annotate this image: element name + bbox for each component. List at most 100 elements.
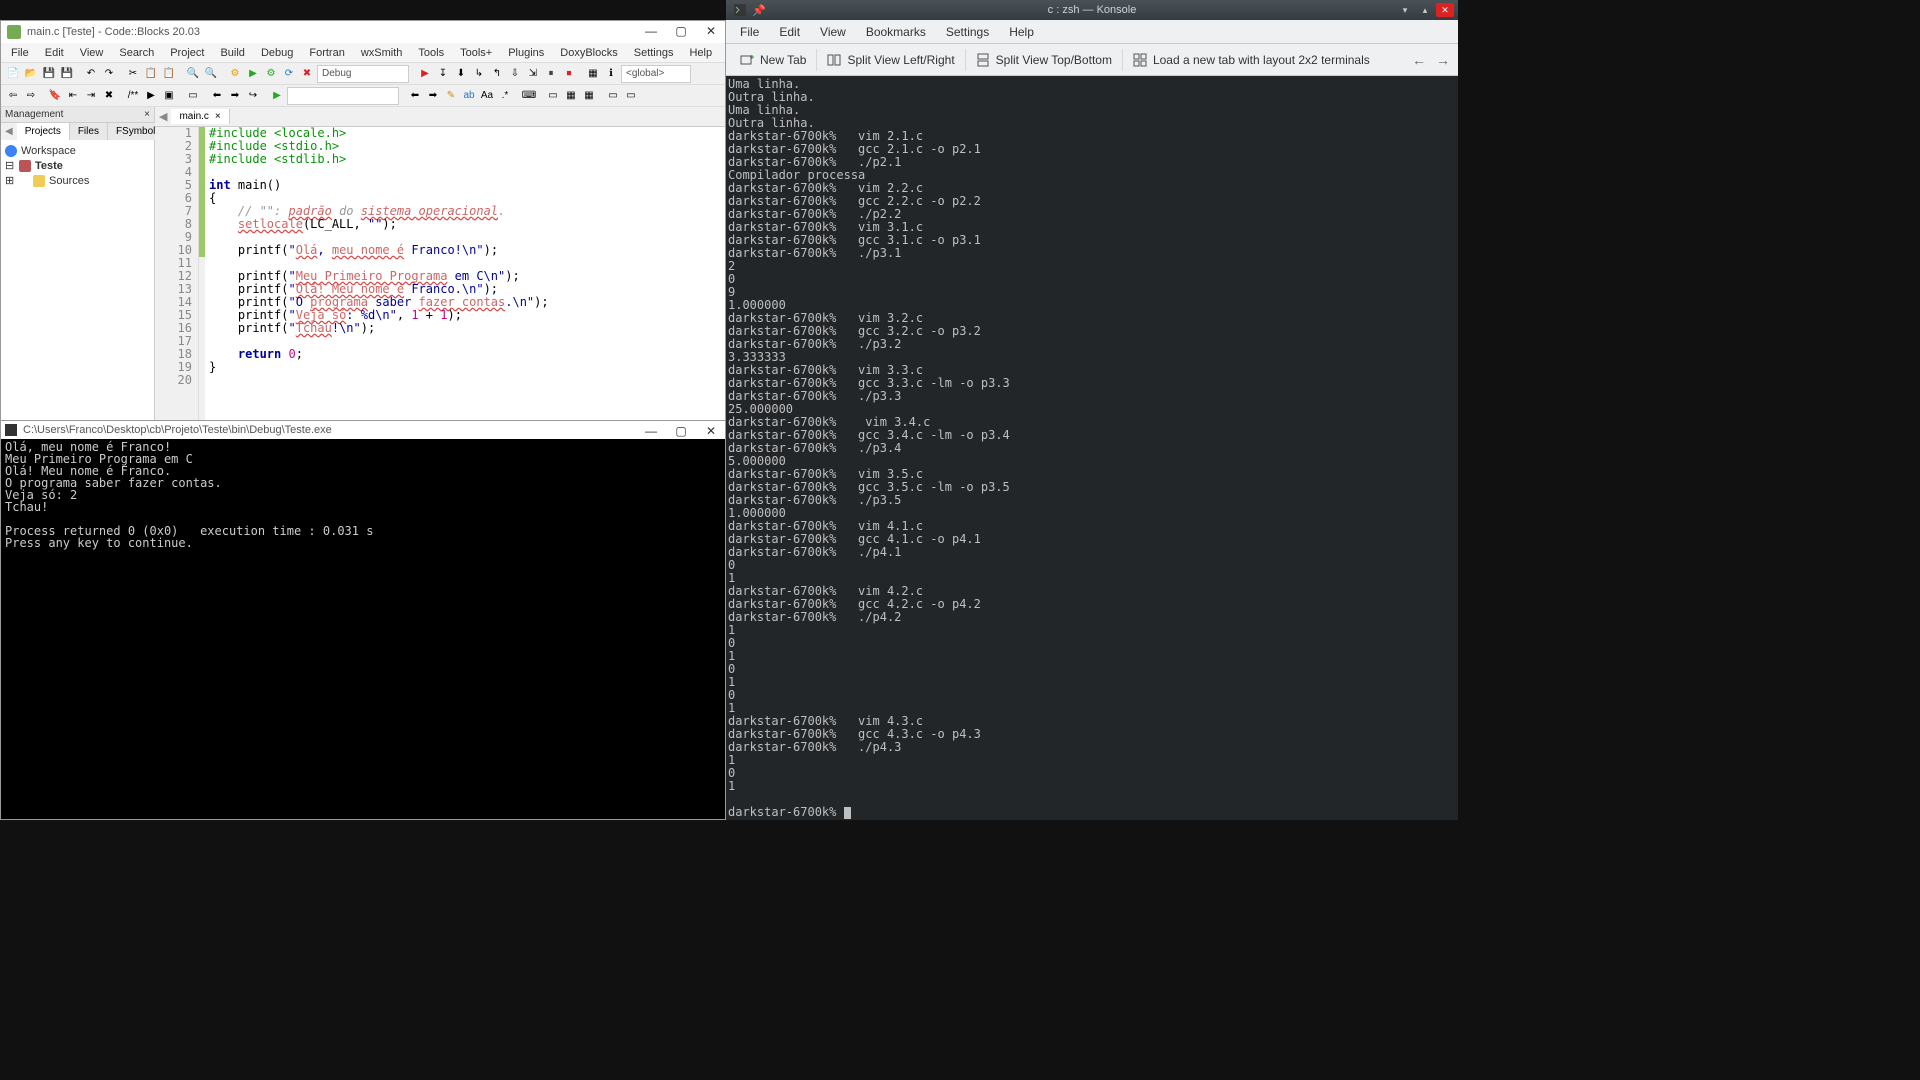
jump-back-icon[interactable]: ⬅: [209, 88, 225, 104]
save-all-icon[interactable]: 💾: [59, 66, 75, 82]
select-icon[interactable]: ▭: [185, 88, 201, 104]
konsole-titlebar[interactable]: 📌 c : zsh — Konsole ▾ ▴ ✕: [726, 0, 1458, 20]
tree-sources[interactable]: Sources: [49, 175, 89, 187]
konsole-close-button[interactable]: ✕: [1436, 3, 1454, 17]
terminal-output[interactable]: Uma linha. Outra linha. Uma linha. Outra…: [726, 76, 1458, 820]
last-jump-icon[interactable]: ↪: [245, 88, 261, 104]
doxy-html-icon[interactable]: ▣: [161, 88, 177, 104]
load-layout-button[interactable]: Load a new tab with layout 2x2 terminals: [1123, 49, 1380, 71]
build-run-icon[interactable]: ⚙: [263, 66, 279, 82]
next-icon[interactable]: ➡: [425, 88, 441, 104]
code-editor[interactable]: 1234567891011121314151617181920 #include…: [155, 127, 725, 424]
konsole-menu-view[interactable]: View: [810, 21, 856, 43]
doxy-comment-icon[interactable]: /**: [125, 88, 141, 104]
konsole-menu-help[interactable]: Help: [999, 21, 1044, 43]
cb-titlebar[interactable]: main.c [Teste] - Code::Blocks 20.03 — ▢ …: [1, 21, 725, 43]
konsole-minimize-button[interactable]: ▾: [1396, 3, 1414, 17]
tree-workspace[interactable]: Workspace: [21, 145, 76, 157]
debug-continue-icon[interactable]: ▶: [417, 66, 433, 82]
cb-menu-view[interactable]: View: [72, 45, 112, 61]
cb-menu-file[interactable]: File: [3, 45, 37, 61]
management-close-icon[interactable]: ×: [144, 109, 150, 120]
minimize-button[interactable]: —: [641, 23, 661, 39]
console-maximize-button[interactable]: ▢: [671, 423, 691, 439]
abort-icon[interactable]: ✖: [299, 66, 315, 82]
prev-icon[interactable]: ⬅: [407, 88, 423, 104]
close-button[interactable]: ✕: [701, 23, 721, 39]
search-combo[interactable]: [287, 87, 399, 105]
next-bookmark-icon[interactable]: ⇥: [83, 88, 99, 104]
cb-menu-debug[interactable]: Debug: [253, 45, 301, 61]
console-close-button[interactable]: ✕: [701, 423, 721, 439]
run-icon[interactable]: ▶: [245, 66, 261, 82]
tab-files[interactable]: Files: [70, 123, 108, 140]
step-into-icon[interactable]: ↳: [471, 66, 487, 82]
panel4-icon[interactable]: ▭: [605, 88, 621, 104]
toggle-text-icon[interactable]: ab: [461, 88, 477, 104]
next-line-icon[interactable]: ⬇: [453, 66, 469, 82]
redo-icon[interactable]: ↷: [101, 66, 117, 82]
cb-menu-build[interactable]: Build: [212, 45, 252, 61]
panel5-icon[interactable]: ▭: [623, 88, 639, 104]
step-out-icon[interactable]: ↰: [489, 66, 505, 82]
undo-icon[interactable]: ↶: [83, 66, 99, 82]
console-titlebar[interactable]: C:\Users\Franco\Desktop\cb\Projeto\Teste…: [1, 421, 725, 439]
tab-scroll-left-icon[interactable]: ◀: [1, 123, 17, 140]
prev-bookmark-icon[interactable]: ⇤: [65, 88, 81, 104]
cb-menu-fortran[interactable]: Fortran: [301, 45, 352, 61]
next-instr-icon[interactable]: ⇩: [507, 66, 523, 82]
panel3-icon[interactable]: ▦: [581, 88, 597, 104]
build-icon[interactable]: ⚙: [227, 66, 243, 82]
tab-projects[interactable]: Projects: [17, 123, 70, 140]
filetab-scroll-left-icon[interactable]: ◀: [155, 110, 171, 123]
toggle-case-icon[interactable]: Aa: [479, 88, 495, 104]
cb-menu-help[interactable]: Help: [681, 45, 720, 61]
cb-menu-doxyblocks[interactable]: DoxyBlocks: [552, 45, 625, 61]
doxy-run-icon[interactable]: ▶: [143, 88, 159, 104]
cb-menu-edit[interactable]: Edit: [37, 45, 72, 61]
bookmark-icon[interactable]: 🔖: [47, 88, 63, 104]
break-debug-icon[interactable]: ⏸: [543, 66, 559, 82]
debugging-windows-icon[interactable]: ▦: [585, 66, 601, 82]
cb-menu-plugins[interactable]: Plugins: [500, 45, 552, 61]
info-icon[interactable]: ℹ: [603, 66, 619, 82]
replace-icon[interactable]: 🔍: [203, 66, 219, 82]
split-left-right-button[interactable]: Split View Left/Right: [817, 49, 965, 71]
run-search-icon[interactable]: ▶: [269, 88, 285, 104]
back-icon[interactable]: ⇦: [5, 88, 21, 104]
prev-tab-button[interactable]: ←: [1408, 49, 1430, 71]
split-top-bottom-button[interactable]: Split View Top/Bottom: [966, 49, 1123, 71]
abbrev-icon[interactable]: ⌨: [521, 88, 537, 104]
regex-icon[interactable]: .*: [497, 88, 513, 104]
console-minimize-button[interactable]: —: [641, 423, 661, 439]
konsole-menu-file[interactable]: File: [730, 21, 769, 43]
file-tab-main-c[interactable]: main.c ×: [171, 109, 229, 124]
file-tab-close-icon[interactable]: ×: [215, 111, 221, 122]
cut-icon[interactable]: ✂: [125, 66, 141, 82]
new-tab-button[interactable]: New Tab: [730, 49, 817, 71]
source-text[interactable]: #include <locale.h>#include <stdio.h>#in…: [205, 127, 725, 424]
konsole-menu-settings[interactable]: Settings: [936, 21, 999, 43]
next-tab-button[interactable]: →: [1432, 49, 1454, 71]
cb-menu-search[interactable]: Search: [111, 45, 162, 61]
tree-project[interactable]: Teste: [35, 160, 63, 172]
panel2-icon[interactable]: ▦: [563, 88, 579, 104]
cb-menu-settings[interactable]: Settings: [626, 45, 682, 61]
open-file-icon[interactable]: 📂: [23, 66, 39, 82]
paste-icon[interactable]: 📋: [161, 66, 177, 82]
run-to-cursor-icon[interactable]: ↧: [435, 66, 451, 82]
build-target-combo[interactable]: Debug: [317, 65, 409, 83]
copy-icon[interactable]: 📋: [143, 66, 159, 82]
cb-menu-tools[interactable]: Tools: [410, 45, 452, 61]
step-into-instr-icon[interactable]: ⇲: [525, 66, 541, 82]
highlight-icon[interactable]: ✎: [443, 88, 459, 104]
cb-menu-wxsmith[interactable]: wxSmith: [353, 45, 411, 61]
save-icon[interactable]: 💾: [41, 66, 57, 82]
konsole-menu-edit[interactable]: Edit: [769, 21, 810, 43]
cb-menu-tools+[interactable]: Tools+: [452, 45, 500, 61]
forward-icon[interactable]: ⇨: [23, 88, 39, 104]
cb-menu-project[interactable]: Project: [162, 45, 212, 61]
konsole-maximize-button[interactable]: ▴: [1416, 3, 1434, 17]
find-icon[interactable]: 🔍: [185, 66, 201, 82]
konsole-menu-bookmarks[interactable]: Bookmarks: [856, 21, 936, 43]
